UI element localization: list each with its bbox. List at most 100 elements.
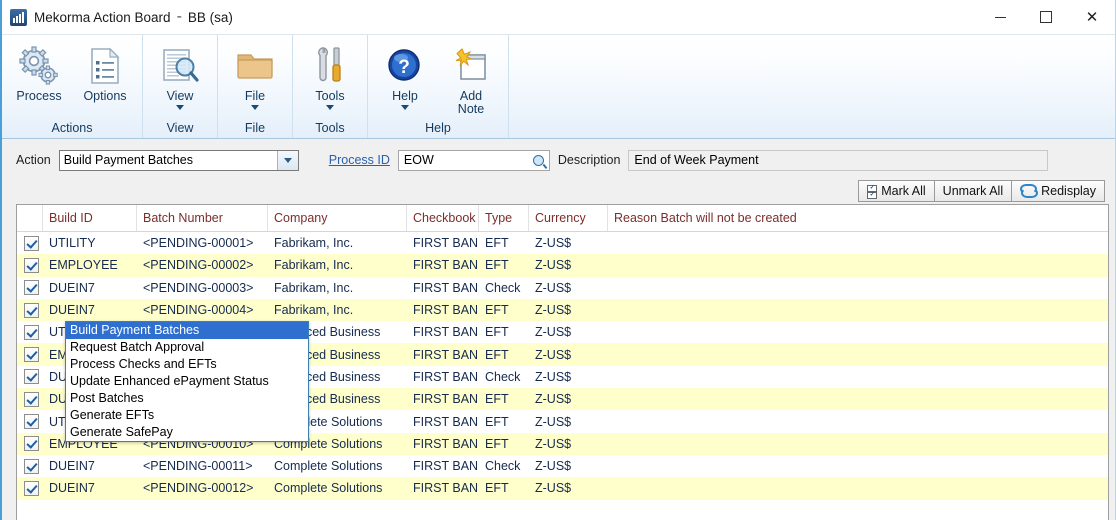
row-checkbox[interactable] bbox=[17, 480, 43, 496]
process-id-lookup-button[interactable] bbox=[527, 149, 550, 171]
chevron-down-icon[interactable] bbox=[276, 150, 298, 170]
table-row[interactable]: EMPLOYEE <PENDING-00002> Fabrikam, Inc. FIR… bbox=[17, 254, 1108, 277]
cell-batch-number: <PENDING-00001> bbox=[143, 236, 254, 251]
ribbon-label-view: View bbox=[166, 89, 194, 103]
cell-batch-number: <PENDING-00011> bbox=[143, 459, 253, 474]
cell-currency: Z-US$ bbox=[535, 347, 572, 362]
checkmark-icon bbox=[24, 391, 39, 407]
column-header-currency[interactable]: Currency bbox=[529, 205, 608, 231]
cell-checkbook: FIRST BANK bbox=[413, 414, 479, 429]
cell-type: Check bbox=[485, 280, 521, 295]
svg-text:?: ? bbox=[398, 57, 410, 78]
row-checkbox[interactable] bbox=[17, 458, 43, 474]
cell-currency: Z-US$ bbox=[535, 236, 572, 251]
window-title: Mekorma Action Board bbox=[34, 9, 171, 25]
cell-checkbook: FIRST BANK bbox=[413, 459, 479, 474]
cell-company: Complete Solutions bbox=[274, 481, 383, 496]
process-id-value: EOW bbox=[403, 153, 434, 167]
row-checkbox[interactable] bbox=[17, 391, 43, 407]
ribbon-button-file[interactable]: File bbox=[222, 41, 288, 110]
dropdown-option[interactable]: Update Enhanced ePayment Status bbox=[66, 373, 308, 390]
row-checkbox[interactable] bbox=[17, 414, 43, 430]
close-button[interactable]: ✕ bbox=[1069, 0, 1115, 34]
dropdown-option[interactable]: Build Payment Batches bbox=[66, 322, 308, 339]
ribbon-group-title-actions: Actions bbox=[51, 121, 93, 135]
table-row[interactable]: DUEIN7 <PENDING-00004> Fabrikam, Inc. FIRST… bbox=[17, 298, 1108, 322]
row-checkbox[interactable] bbox=[17, 436, 43, 452]
action-dropdown-value: Build Payment Batches bbox=[63, 153, 193, 167]
checkmark-icon bbox=[24, 369, 39, 385]
cell-currency: Z-US$ bbox=[535, 436, 572, 451]
cell-company: Complete Solutions bbox=[274, 459, 383, 474]
ribbon-button-add-note[interactable]: Add Note bbox=[438, 41, 504, 116]
filter-row: Action Build Payment Batches Process ID … bbox=[2, 139, 1115, 175]
checkmark-icon bbox=[24, 280, 39, 296]
table-row[interactable]: DUEIN7 <PENDING-00012> Complete Solutions F… bbox=[17, 477, 1108, 500]
ribbon-button-tools[interactable]: Tools bbox=[297, 41, 363, 110]
cell-currency: Z-US$ bbox=[535, 414, 572, 429]
column-header-check[interactable] bbox=[17, 205, 43, 231]
cell-type: Check bbox=[485, 459, 521, 474]
ribbon-label-file: File bbox=[244, 89, 266, 103]
ribbon-button-process[interactable]: Process bbox=[6, 41, 72, 103]
folder-icon bbox=[235, 43, 275, 89]
action-label: Action bbox=[16, 153, 51, 167]
row-checkbox[interactable] bbox=[17, 302, 43, 318]
ribbon-button-options[interactable]: Options bbox=[72, 41, 138, 103]
column-header-build-id[interactable]: Build ID bbox=[43, 205, 137, 231]
cell-checkbook: FIRST BANK bbox=[413, 347, 479, 362]
ribbon-button-view[interactable]: View bbox=[147, 41, 213, 110]
column-header-company[interactable]: Company bbox=[268, 205, 407, 231]
unmark-all-button[interactable]: Unmark All bbox=[933, 180, 1013, 202]
column-header-checkbook[interactable]: Checkbook bbox=[407, 205, 479, 231]
column-header-type[interactable]: Type bbox=[479, 205, 529, 231]
ribbon-label-options: Options bbox=[83, 89, 127, 103]
checkmark-icon bbox=[24, 436, 39, 452]
cell-type: EFT bbox=[485, 258, 509, 273]
table-row[interactable]: UTILITY <PENDING-00001> Fabrikam, Inc. FIRS… bbox=[17, 232, 1108, 254]
chevron-down-icon[interactable] bbox=[251, 105, 259, 110]
process-id-label[interactable]: Process ID bbox=[329, 153, 390, 167]
cell-company: Fabrikam, Inc. bbox=[274, 258, 354, 273]
action-dropdown[interactable]: Build Payment Batches bbox=[58, 149, 299, 171]
minimize-button[interactable] bbox=[977, 0, 1023, 34]
description-value: End of Week Payment bbox=[634, 153, 759, 167]
table-row[interactable]: DUEIN7 <PENDING-00011> Complete Solutions F… bbox=[17, 455, 1108, 477]
column-header-batch-number[interactable]: Batch Number bbox=[137, 205, 268, 231]
cell-type: EFT bbox=[485, 347, 509, 362]
cell-currency: Z-US$ bbox=[535, 369, 572, 384]
dropdown-option[interactable]: Generate SafePay bbox=[66, 424, 308, 441]
cell-build-id: DUEIN7 bbox=[49, 481, 95, 496]
dropdown-option[interactable]: Generate EFTs bbox=[66, 407, 308, 424]
row-checkbox[interactable] bbox=[17, 324, 43, 340]
question-circle-icon: ? bbox=[385, 43, 425, 89]
dropdown-option[interactable]: Request Batch Approval bbox=[66, 339, 308, 356]
ribbon-group-actions: Process Options Actions bbox=[2, 35, 143, 138]
cell-checkbook: FIRST BANK bbox=[413, 436, 479, 451]
ribbon-button-help[interactable]: ? Help bbox=[372, 41, 438, 110]
cell-type: EFT bbox=[485, 481, 509, 496]
process-id-input[interactable]: EOW bbox=[397, 149, 528, 171]
dropdown-option[interactable]: Process Checks and EFTs bbox=[66, 356, 308, 373]
cell-checkbook: FIRST BANK bbox=[413, 481, 479, 496]
row-checkbox[interactable] bbox=[17, 347, 43, 363]
chevron-down-icon[interactable] bbox=[326, 105, 334, 110]
chevron-down-icon[interactable] bbox=[176, 105, 184, 110]
redisplay-button[interactable]: Redisplay bbox=[1011, 180, 1105, 202]
maximize-button[interactable] bbox=[1023, 0, 1069, 34]
row-checkbox[interactable] bbox=[17, 369, 43, 385]
cell-company: Fabrikam, Inc. bbox=[274, 303, 354, 318]
mark-all-button[interactable]: ✓ ✓ Mark All bbox=[858, 180, 935, 202]
cell-checkbook: FIRST BANK bbox=[413, 258, 479, 273]
row-checkbox[interactable] bbox=[17, 235, 43, 251]
cell-type: EFT bbox=[485, 436, 509, 451]
ribbon-group-tools: Tools Tools bbox=[293, 35, 368, 138]
table-row[interactable]: DUEIN7 <PENDING-00003> Fabrikam, Inc. FIRST… bbox=[17, 277, 1108, 299]
ribbon-label-add-note: Add Note bbox=[457, 89, 485, 116]
chevron-down-icon[interactable] bbox=[401, 105, 409, 110]
action-dropdown-list[interactable]: Build Payment Batches Request Batch Appr… bbox=[65, 321, 309, 442]
column-header-reason[interactable]: Reason Batch will not be created bbox=[608, 205, 1108, 231]
row-checkbox[interactable] bbox=[17, 257, 43, 273]
row-checkbox[interactable] bbox=[17, 280, 43, 296]
dropdown-option[interactable]: Post Batches bbox=[66, 390, 308, 407]
